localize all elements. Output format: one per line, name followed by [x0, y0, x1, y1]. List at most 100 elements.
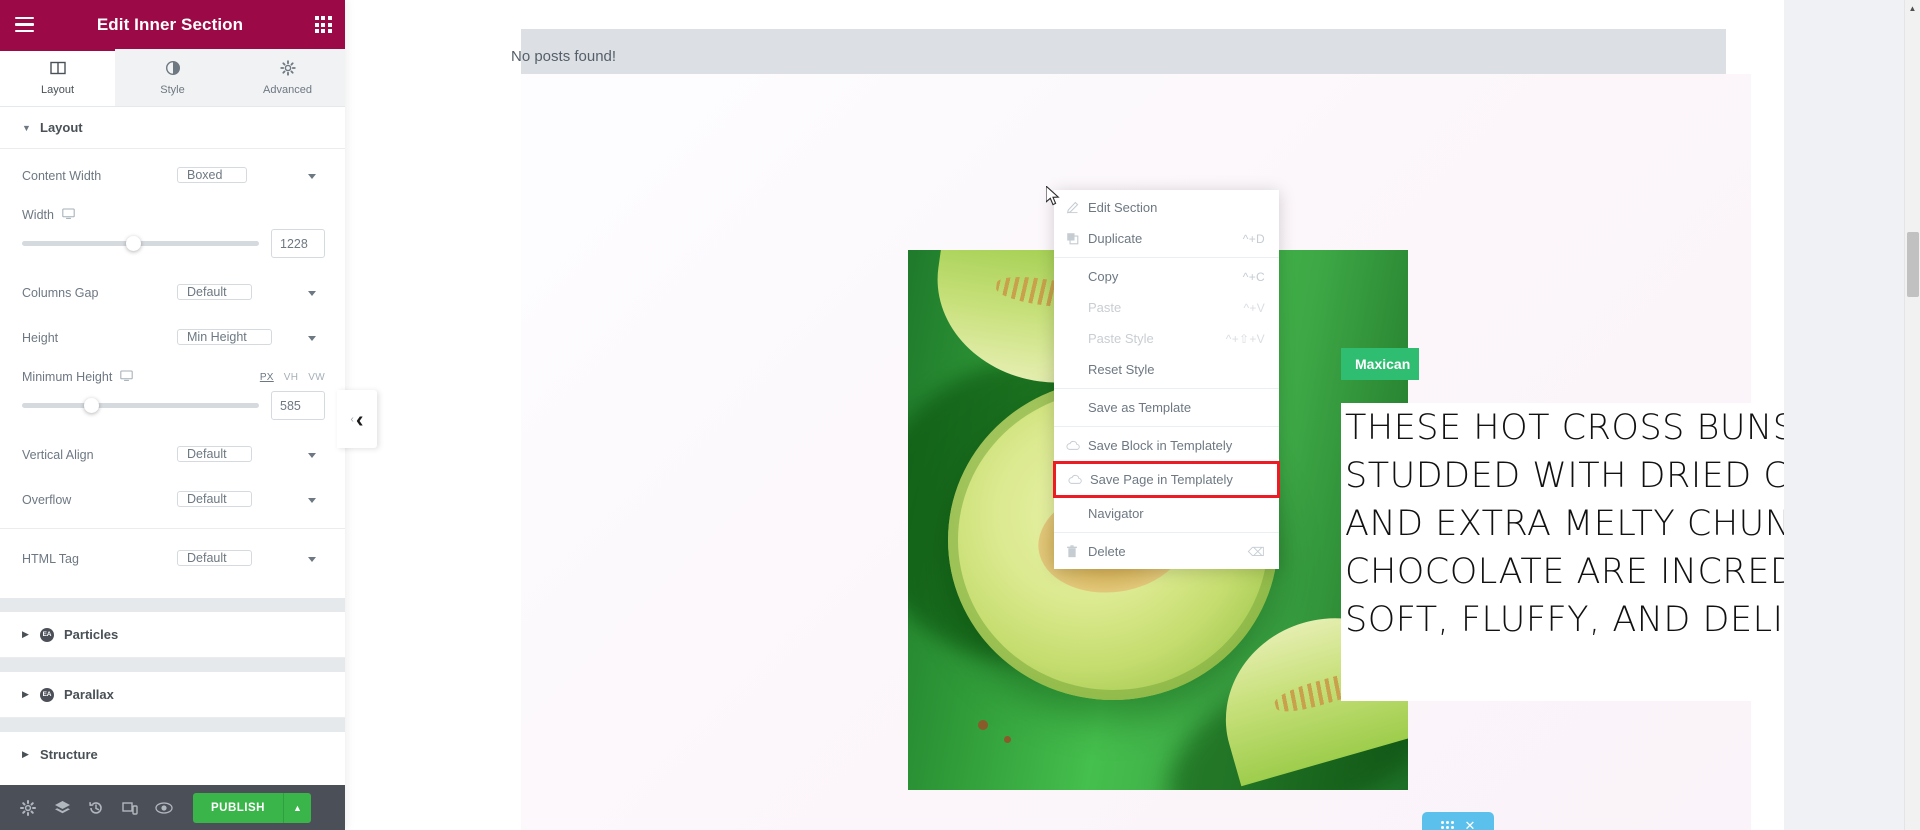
menu-item-shortcut: ^+⇧+V	[1225, 331, 1265, 346]
section-layout-header[interactable]: ▼ Layout	[0, 107, 345, 149]
chevron-left-icon: ‹	[355, 405, 364, 432]
menu-item-reset-style[interactable]: Reset Style	[1054, 354, 1279, 385]
content-width-label: Content Width	[22, 168, 102, 183]
panel-body: ▼ Layout Content Width Boxed Width 1228 …	[0, 107, 345, 785]
canvas-right-strip	[1784, 0, 1904, 830]
chevron-left-small-icon: ‹	[350, 413, 354, 425]
height-select[interactable]: Min Height	[177, 329, 272, 345]
width-label: Width	[22, 207, 325, 223]
menu-item-copy[interactable]: Copy ^+C	[1054, 261, 1279, 292]
menu-item-label: Reset Style	[1088, 362, 1155, 377]
publish-button[interactable]: PUBLISH	[193, 792, 283, 823]
page-scrollbar[interactable]: ▲	[1904, 0, 1920, 830]
close-x-icon[interactable]: ✕	[1465, 819, 1476, 830]
scroll-up-arrow-icon[interactable]: ▲	[1905, 0, 1920, 17]
menu-separator	[1054, 388, 1279, 389]
tab-layout[interactable]: Layout	[0, 48, 115, 106]
menu-item-label: Save Block in Templately	[1088, 438, 1233, 453]
ea-badge-icon: EA	[40, 687, 54, 702]
unit-px[interactable]: PX	[260, 372, 274, 383]
menu-item-label: Paste	[1088, 300, 1122, 315]
width-slider-handle[interactable]	[126, 236, 142, 251]
preview-eye-icon[interactable]	[147, 785, 181, 830]
melon-seed	[1004, 736, 1011, 743]
menu-item-delete[interactable]: Delete ⌫	[1054, 536, 1279, 567]
contrast-icon	[115, 60, 230, 79]
minimum-height-label: Minimum Height	[22, 369, 260, 385]
apps-grid-icon[interactable]	[301, 0, 345, 49]
duplicate-icon	[1066, 232, 1088, 245]
panel-header: Edit Inner Section	[0, 0, 345, 49]
cloud-icon	[1066, 440, 1088, 451]
tab-style[interactable]: Style	[115, 49, 230, 106]
menu-item-label: Copy	[1088, 269, 1119, 284]
width-slider[interactable]	[22, 236, 259, 251]
menu-item-save-page-in-templately[interactable]: Save Page in Templately	[1053, 461, 1280, 498]
panel-tabs: Layout Style Advanced	[0, 48, 345, 107]
unit-vw[interactable]: VW	[308, 372, 325, 383]
scrollbar-thumb[interactable]	[1907, 232, 1919, 297]
columns-gap-label: Columns Gap	[22, 285, 99, 300]
vertical-align-select[interactable]: Default	[177, 446, 252, 462]
section-gap	[0, 658, 345, 672]
overflow-select[interactable]: Default	[177, 491, 252, 507]
hamburger-icon[interactable]	[0, 0, 49, 49]
navigator-layers-icon[interactable]	[45, 785, 79, 830]
settings-gear-icon[interactable]	[11, 785, 45, 830]
control-html-tag: HTML Tag Default	[0, 529, 345, 586]
menu-item-label: Delete	[1088, 544, 1126, 559]
menu-item-navigator[interactable]: Navigator	[1054, 498, 1279, 529]
menu-separator	[1054, 532, 1279, 533]
editor-left-panel: Edit Inner Section Layout Style Advanced…	[0, 0, 345, 830]
responsive-mode-icon[interactable]	[113, 785, 147, 830]
cloud-icon	[1068, 474, 1090, 485]
no-posts-message: No posts found!	[511, 48, 617, 65]
accordion-parallax[interactable]: ▶ EA Parallax	[0, 672, 345, 718]
minimum-height-slider-handle[interactable]	[83, 398, 99, 413]
unit-vh[interactable]: VH	[284, 372, 299, 383]
menu-item-save-as-template[interactable]: Save as Template	[1054, 392, 1279, 423]
menu-item-label: Save as Template	[1088, 400, 1192, 415]
menu-item-shortcut: ^+C	[1242, 269, 1265, 284]
width-slider-row	[0, 225, 345, 270]
section-handle[interactable]: ✕	[1422, 812, 1494, 830]
publish-options-arrow-icon[interactable]: ▲	[282, 792, 311, 823]
menu-item-save-block-in-templately[interactable]: Save Block in Templately	[1054, 430, 1279, 461]
accordion-structure-label: Structure	[40, 747, 98, 762]
chevron-down-icon	[308, 336, 316, 341]
content-width-select[interactable]: Boxed	[177, 167, 248, 183]
control-overflow: Overflow Default	[0, 477, 345, 522]
chevron-right-icon: ▶	[22, 629, 29, 639]
accordion-structure[interactable]: ▶ Structure	[0, 732, 345, 777]
minimum-height-input[interactable]	[271, 391, 325, 420]
width-label-text: Width	[22, 208, 54, 222]
width-input[interactable]	[271, 229, 325, 258]
chevron-down-icon	[308, 557, 316, 562]
minimum-height-label-text: Minimum Height	[22, 370, 113, 384]
history-icon[interactable]	[79, 785, 113, 830]
height-label: Height	[22, 330, 59, 345]
desktop-icon[interactable]	[120, 369, 134, 385]
columns-gap-select[interactable]: Default	[177, 284, 252, 300]
vertical-align-label: Vertical Align	[22, 447, 94, 462]
chevron-down-icon	[308, 453, 316, 458]
html-tag-select[interactable]: Default	[177, 550, 252, 566]
columns-icon	[0, 60, 115, 79]
menu-item-label: Paste Style	[1088, 331, 1154, 346]
overflow-label: Overflow	[22, 492, 72, 507]
ea-badge-icon: EA	[40, 627, 54, 642]
drag-dots-icon[interactable]	[1440, 821, 1454, 829]
category-badge[interactable]: Maxican	[1341, 348, 1419, 380]
accordion-particles[interactable]: ▶ EA Particles	[0, 612, 345, 658]
menu-item-duplicate[interactable]: Duplicate ^+D	[1054, 223, 1279, 254]
tab-advanced[interactable]: Advanced	[230, 49, 345, 106]
minimum-height-units: PX VH VW	[260, 372, 325, 383]
minimum-height-slider[interactable]	[22, 398, 259, 413]
desktop-icon[interactable]	[62, 207, 75, 223]
menu-item-edit-section[interactable]: Edit Section	[1054, 192, 1279, 223]
menu-item-shortcut: ⌫	[1247, 544, 1265, 559]
chevron-down-icon	[308, 174, 316, 179]
no-posts-band	[521, 29, 1726, 74]
menu-item-label: Duplicate	[1088, 231, 1143, 246]
panel-collapse-button[interactable]: ‹ ‹	[337, 390, 377, 448]
